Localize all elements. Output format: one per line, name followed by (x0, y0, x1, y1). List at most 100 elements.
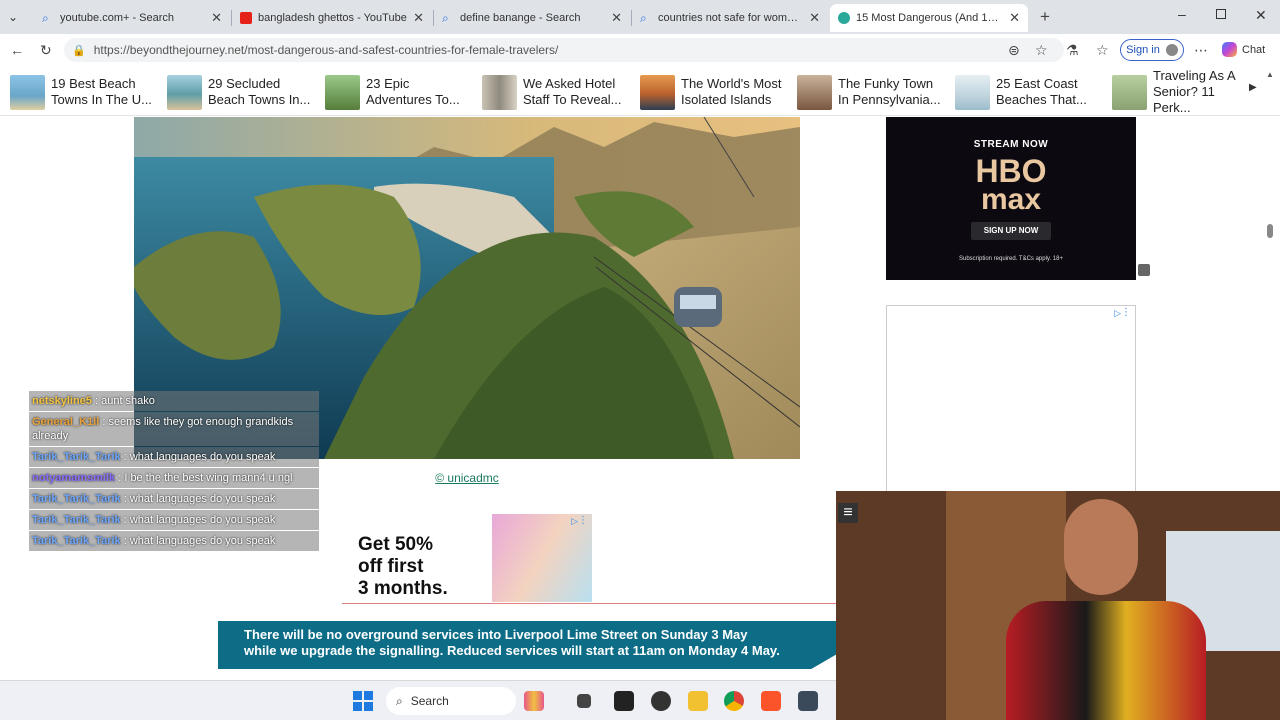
chat-message: notyamamsmilk : I be the the best wing m… (29, 468, 319, 488)
related-articles-carousel: 19 Best Beach Towns In The U... 29 Seclu… (0, 68, 1280, 116)
tab-strip: ⌄ ⌕ youtube.com+ - Search ✕ bangladesh g… (0, 0, 1280, 34)
hbo-max-ad[interactable]: STREAM NOW HBO max SIGN UP NOW Subscript… (886, 117, 1136, 280)
search-icon: ⌕ (442, 11, 449, 25)
carousel-card[interactable]: We Asked Hotel Staff To Reveal... (482, 74, 627, 110)
ad-signup-button[interactable]: SIGN UP NOW (971, 222, 1051, 240)
card-thumbnail (1112, 74, 1147, 110)
sign-in-button[interactable]: Sign in (1120, 39, 1184, 61)
carousel-card[interactable]: 25 East Coast Beaches That... (955, 74, 1100, 110)
search-label: Search (410, 694, 449, 708)
card-title: We Asked Hotel Staff To Reveal... (523, 76, 622, 107)
card-title: 23 Epic Adventures To... (366, 76, 460, 107)
address-bar[interactable]: 🔒 https://beyondthejourney.net/most-dang… (64, 38, 1064, 62)
folder-icon[interactable] (688, 691, 708, 711)
url-text: https://beyondthejourney.net/most-danger… (93, 43, 559, 57)
notice-line-1: There will be no overground services int… (244, 627, 748, 642)
tab-countries-search[interactable]: ⌕ countries not safe for woman - Search … (632, 4, 828, 32)
ad-expand-icon[interactable] (1138, 264, 1150, 276)
ad-menu-icon[interactable]: ⋮ (578, 515, 588, 526)
chat-text: : what languages do you speak (123, 514, 276, 526)
search-icon: ⌕ (396, 693, 403, 708)
extensions-icon[interactable]: ⚗ (1066, 42, 1079, 58)
restore-icon[interactable] (1216, 9, 1226, 19)
scroll-thumb[interactable] (1267, 224, 1273, 238)
file-explorer-icon[interactable] (577, 694, 591, 708)
close-icon[interactable]: ✕ (809, 10, 820, 26)
more-menu-icon[interactable]: ⋯ (1194, 42, 1208, 58)
carousel-card[interactable]: Traveling As A Senior? 11 Perk... (1112, 68, 1245, 115)
tab-article[interactable]: 15 Most Dangerous (And 15 Safest) ✕ (830, 4, 1028, 32)
copilot-chat-button[interactable]: Chat (1222, 42, 1265, 57)
menu-icon[interactable]: ≡ (838, 503, 858, 523)
carousel-card[interactable]: The World's Most Isolated Islands (640, 74, 785, 110)
tab-list-chevron-icon[interactable]: ⌄ (8, 10, 18, 24)
tulips-widget-icon[interactable] (524, 691, 544, 711)
chat-text: : what languages do you speak (123, 535, 276, 547)
card-thumbnail (10, 74, 45, 110)
card-thumbnail (955, 74, 990, 110)
refresh-icon[interactable]: ↻ (40, 42, 52, 58)
chat-text: : aunt shako (94, 395, 155, 407)
adchoices-icon[interactable]: ▷ (571, 516, 578, 527)
card-title: 29 Secluded Beach Towns In... (208, 76, 311, 107)
minimize-icon[interactable]: – (1178, 6, 1186, 22)
close-icon[interactable]: ✕ (611, 10, 622, 26)
card-thumbnail (640, 74, 675, 110)
card-thumbnail (325, 74, 360, 110)
webcam-overlay: ≡ (836, 491, 1280, 720)
app-icon[interactable] (651, 691, 671, 711)
search-icon: ⌕ (640, 11, 647, 25)
chat-text: : what languages do you speak (123, 493, 276, 505)
adchoices-icon[interactable]: ▷ (1114, 308, 1121, 319)
search-icon: ⌕ (42, 11, 49, 25)
taskbar-search[interactable]: ⌕ Search (386, 687, 516, 715)
tab-title: define banange - Search (460, 12, 581, 24)
favorite-star-icon[interactable]: ☆ (1035, 42, 1048, 58)
taskbar: ⌕ Search (0, 680, 836, 720)
chat-username: Tarik_Tarik_Tarik (32, 535, 121, 547)
hbo-logo: HBO (975, 153, 1047, 189)
carousel-card[interactable]: The Funky Town In Pennsylvania... (797, 74, 942, 110)
brave-icon[interactable] (761, 691, 781, 711)
reader-icon[interactable]: ⊜ (1008, 42, 1020, 58)
youtube-icon (240, 12, 252, 24)
app-icon[interactable] (614, 691, 634, 711)
promo-line-1: Get 50% (358, 534, 433, 555)
profile-icon (1165, 44, 1178, 56)
cam-person-shirt (1006, 601, 1206, 720)
carousel-card[interactable]: 19 Best Beach Towns In The U... (10, 74, 155, 110)
card-title: The Funky Town In Pennsylvania... (838, 76, 941, 107)
carousel-card[interactable]: 29 Secluded Beach Towns In... (167, 74, 312, 110)
tab-youtube-search[interactable]: ⌕ youtube.com+ - Search ✕ (34, 4, 230, 32)
carousel-next-icon[interactable]: ▶ (1249, 82, 1257, 93)
site-favicon-icon (838, 12, 850, 24)
close-icon[interactable]: ✕ (211, 10, 222, 26)
scroll-up-icon[interactable]: ▲ (1266, 70, 1274, 79)
ad-menu-icon[interactable]: ⋮ (1121, 307, 1131, 318)
tab-title: bangladesh ghettos - YouTube (258, 12, 407, 24)
close-window-icon[interactable]: ✕ (1255, 7, 1267, 24)
favorites-icon[interactable]: ☆ (1096, 42, 1109, 58)
copilot-icon (1222, 42, 1237, 57)
close-icon[interactable]: ✕ (1009, 10, 1020, 26)
back-icon[interactable]: ← (10, 42, 24, 58)
new-tab-icon[interactable]: + (1040, 7, 1050, 27)
service-notice-banner: There will be no overground services int… (218, 621, 836, 669)
carousel-card[interactable]: 23 Epic Adventures To... (325, 74, 470, 110)
close-icon[interactable]: ✕ (413, 10, 424, 26)
promo-line-3: 3 months. (358, 578, 448, 599)
chat-text: : what languages do you speak (123, 451, 276, 463)
page-scrollbar[interactable]: ▲ (1266, 70, 1274, 490)
promo-line-2: off first (358, 556, 424, 577)
windows-start-icon[interactable] (353, 691, 373, 711)
tab-youtube-video[interactable]: bangladesh ghettos - YouTube ✕ (232, 4, 432, 32)
blank-ad-slot[interactable]: ▷ ⋮ (886, 305, 1136, 495)
card-thumbnail (797, 74, 832, 110)
promo-ad[interactable]: Get 50% off first 3 months. ▷ ⋮ (342, 514, 592, 602)
chat-text: : I be the the best wing mann4 u ngl (118, 472, 293, 484)
chrome-icon[interactable] (724, 691, 744, 711)
site-info-icon[interactable]: 🔒 (72, 44, 86, 57)
app-icon[interactable] (798, 691, 818, 711)
tab-title: 15 Most Dangerous (And 15 Safest) (856, 12, 1003, 24)
tab-define-search[interactable]: ⌕ define banange - Search ✕ (434, 4, 630, 32)
